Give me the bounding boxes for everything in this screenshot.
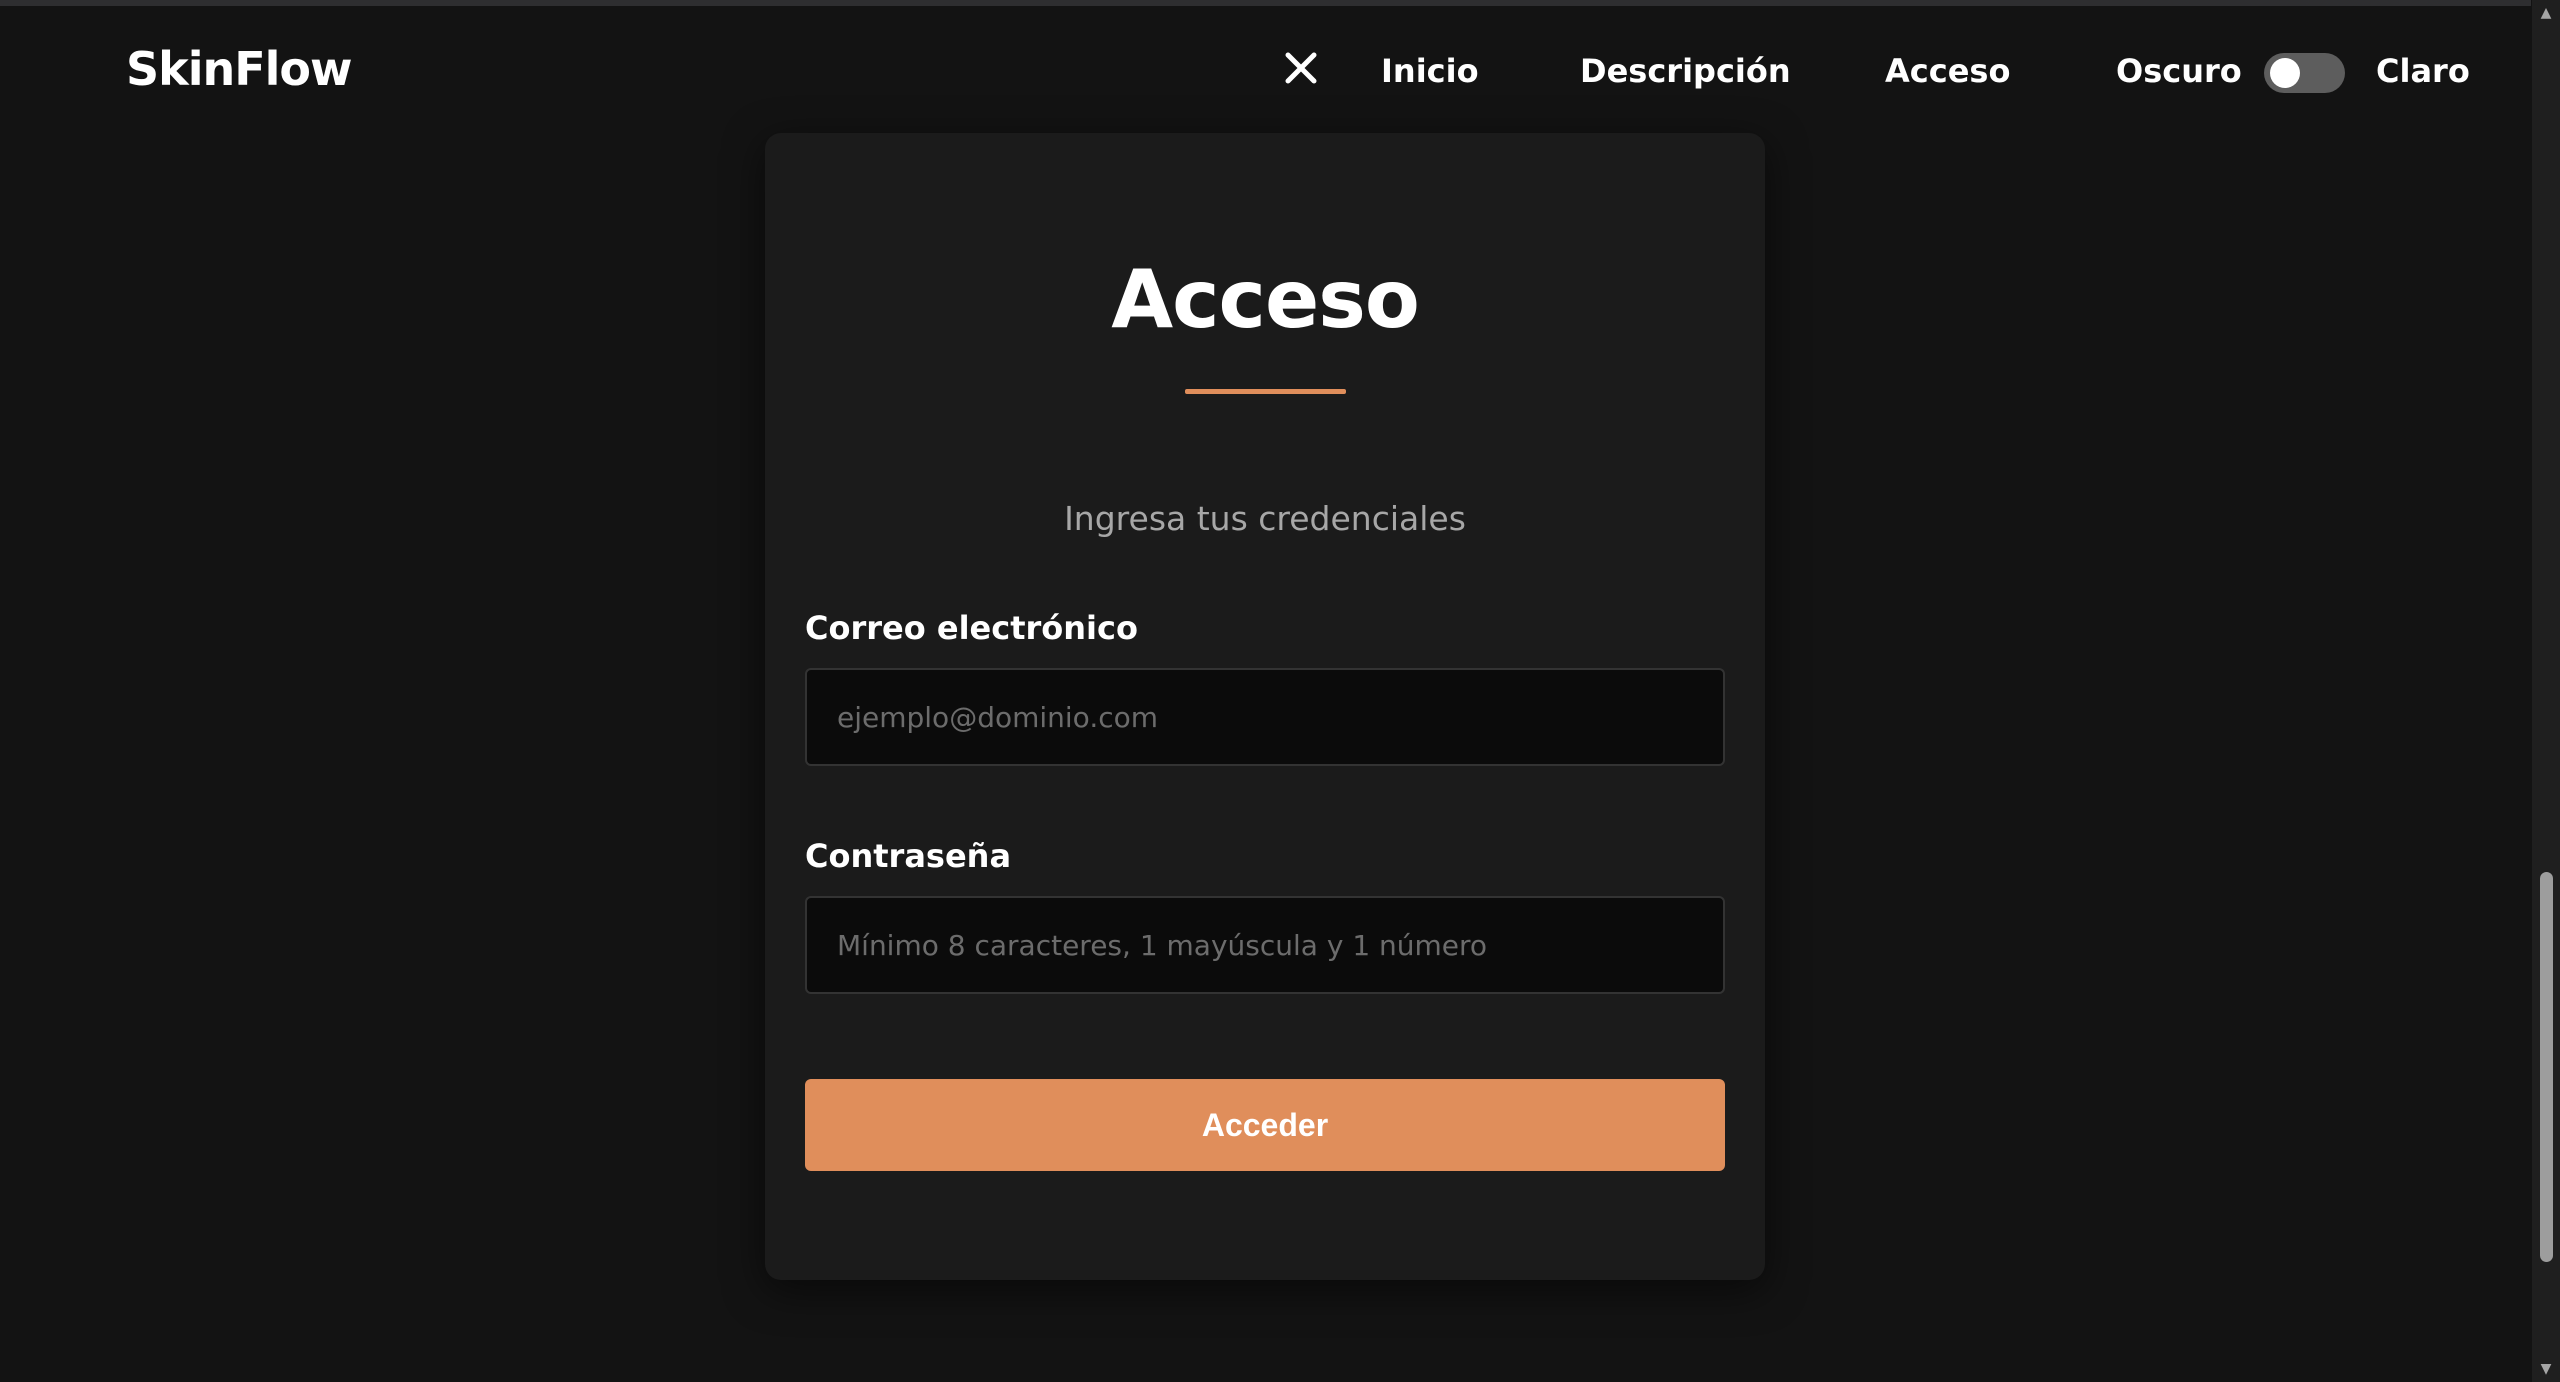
title-underline <box>1185 389 1346 394</box>
nav-link-acceso[interactable]: Acceso <box>1885 52 2010 90</box>
navbar: SkinFlow Inicio Descripción Acceso Oscur… <box>0 6 2531 136</box>
theme-toggle[interactable] <box>2264 53 2345 93</box>
password-label: Contraseña <box>805 837 1012 875</box>
scrollbar[interactable]: ▲ ▼ <box>2532 0 2560 1382</box>
nav-link-descripcion[interactable]: Descripción <box>1580 52 1791 90</box>
close-menu-button[interactable] <box>1278 45 1324 91</box>
password-field[interactable] <box>805 896 1725 994</box>
login-subtitle: Ingresa tus credenciales <box>1064 499 1466 538</box>
login-card: Acceso Ingresa tus credenciales Correo e… <box>765 133 1765 1280</box>
theme-toggle-knob <box>2270 58 2300 88</box>
theme-light-label: Claro <box>2376 52 2470 90</box>
nav-link-inicio[interactable]: Inicio <box>1381 52 1479 90</box>
logo[interactable]: SkinFlow <box>126 42 353 96</box>
page: SkinFlow Inicio Descripción Acceso Oscur… <box>0 0 2560 1382</box>
page-title: Acceso <box>1111 253 1420 346</box>
theme-dark-label: Oscuro <box>2116 52 2242 90</box>
acceder-button[interactable]: Acceder <box>805 1079 1725 1171</box>
email-label: Correo electrónico <box>805 609 1138 647</box>
scroll-down-arrow-icon[interactable]: ▼ <box>2532 1358 2560 1380</box>
scrollbar-thumb[interactable] <box>2540 872 2553 1262</box>
email-field[interactable] <box>805 668 1725 766</box>
close-icon <box>1285 52 1317 84</box>
scroll-up-arrow-icon[interactable]: ▲ <box>2532 2 2560 24</box>
